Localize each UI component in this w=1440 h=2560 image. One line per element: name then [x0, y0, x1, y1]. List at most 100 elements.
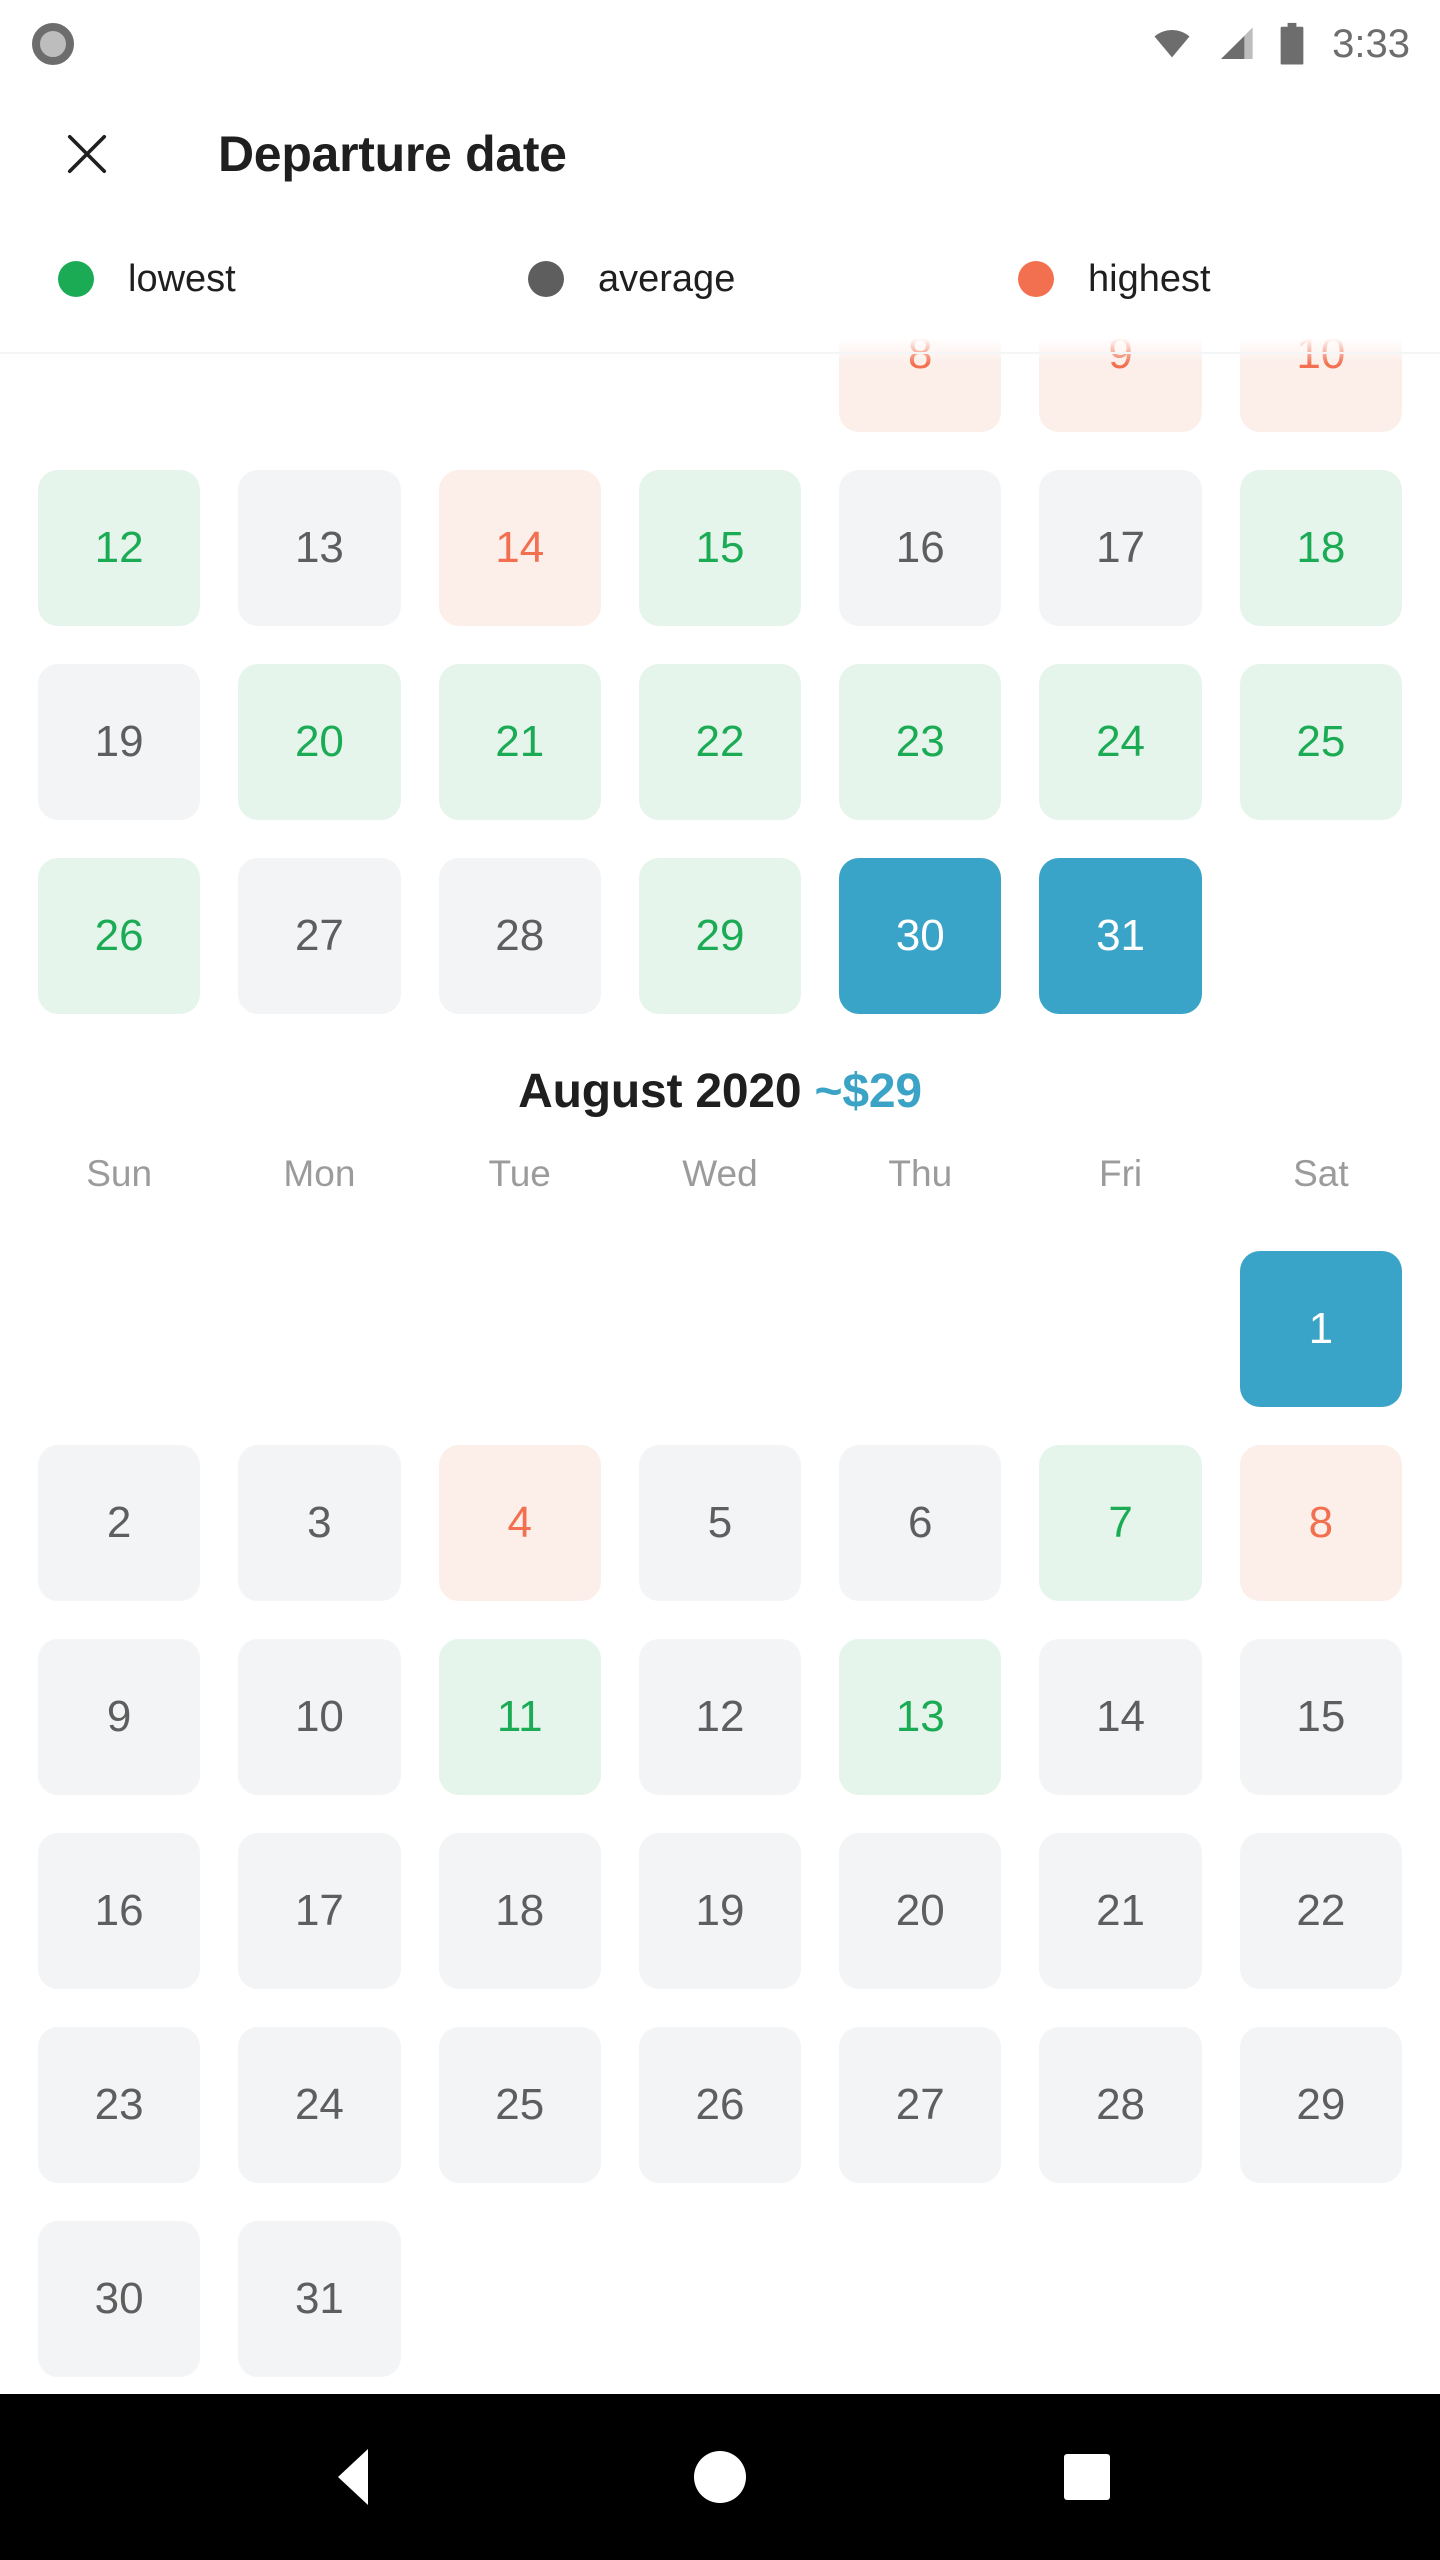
calendar-day[interactable]: 7 — [1039, 1445, 1202, 1601]
calendar-scroll-area[interactable]: 8 9 10 12 13 14 15 16 17 18 19 20 21 22 23 24 25 26 27 28 2… — [0, 338, 1440, 2394]
cellular-signal-icon — [1221, 27, 1253, 59]
weekday-label: Sun — [86, 1153, 153, 1194]
weekday-label: Mon — [283, 1153, 356, 1194]
status-bar-right: 3:33 — [1150, 22, 1410, 67]
nav-home-button[interactable] — [660, 2417, 780, 2537]
calendar-day[interactable]: 28 — [1039, 2027, 1202, 2183]
month-title: August 2020 — [518, 1065, 802, 1118]
battery-icon — [1280, 22, 1304, 65]
month-header: August 2020 ~$29 — [38, 1064, 1402, 1119]
calendar-day[interactable]: 9 — [38, 1639, 201, 1795]
calendar-day[interactable]: 22 — [638, 664, 802, 820]
calendar-day[interactable]: 19 — [38, 664, 201, 820]
calendar-day[interactable]: 29 — [638, 858, 802, 1014]
legend-label-average: average — [598, 257, 736, 300]
legend-dot-highest — [1018, 261, 1054, 297]
calendar-day[interactable]: 21 — [1039, 1833, 1202, 1989]
calendar-day[interactable]: 23 — [839, 664, 1002, 820]
status-bar: 3:33 — [0, 0, 1440, 88]
calendar-day[interactable]: 26 — [638, 2027, 802, 2183]
calendar-day[interactable]: 23 — [38, 2027, 201, 2183]
calendar-cell-empty — [238, 1251, 400, 1407]
week-row: 2345678 — [38, 1445, 1402, 1601]
screen-record-icon — [32, 23, 74, 65]
calendar-cell-empty — [1240, 858, 1402, 1014]
calendar-cell-empty — [38, 1251, 200, 1407]
calendar-day[interactable]: 8 — [1239, 1445, 1402, 1601]
calendar-day[interactable]: 11 — [438, 1639, 601, 1795]
calendar-cell-empty — [639, 2221, 801, 2377]
calendar-day[interactable]: 19 — [638, 1833, 802, 1989]
week-row: 23 24 25 26 27 28 29 — [38, 2027, 1402, 2183]
calendar-day-selected[interactable]: 30 — [839, 858, 1002, 1014]
calendar-day[interactable]: 24 — [238, 2027, 401, 2183]
month-average-price: ~$29 — [814, 1065, 923, 1118]
calendar-day[interactable]: 24 — [1039, 664, 1202, 820]
calendar-day[interactable]: 21 — [438, 664, 601, 820]
app-screen: 3:33 Departure date lowest average highe… — [0, 0, 1440, 2560]
calendar-day[interactable]: 4 — [438, 1445, 601, 1601]
calendar-day[interactable]: 15 — [1239, 1639, 1402, 1795]
calendar-day[interactable]: 27 — [839, 2027, 1002, 2183]
calendar-day[interactable]: 25 — [1239, 664, 1402, 820]
calendar-day[interactable]: 13 — [839, 1639, 1002, 1795]
legend-dot-average — [528, 261, 564, 297]
week-row: 30 31 — [38, 2221, 1402, 2377]
calendar-day[interactable]: 10 — [238, 1639, 401, 1795]
calendar-day[interactable]: 12 — [638, 1639, 802, 1795]
calendar-day[interactable]: 15 — [638, 470, 802, 626]
calendar-day[interactable]: 25 — [438, 2027, 601, 2183]
calendar-day[interactable]: 6 — [839, 1445, 1002, 1601]
weekday-label: Sat — [1293, 1153, 1349, 1194]
price-legend: lowest average highest — [0, 220, 1440, 338]
page-title: Departure date — [218, 126, 567, 182]
week-row: 19 20 21 22 23 24 25 — [38, 664, 1402, 820]
week-row: 1 — [38, 1251, 1402, 1407]
calendar-day[interactable]: 18 — [438, 1833, 601, 1989]
status-bar-left — [32, 23, 74, 65]
calendar-day[interactable]: 2 — [38, 1445, 201, 1601]
calendar-day[interactable]: 5 — [638, 1445, 802, 1601]
calendar-cell-empty — [839, 2221, 1001, 2377]
weekday-label: Wed — [682, 1153, 758, 1194]
calendar-day[interactable]: 26 — [38, 858, 201, 1014]
calendar-day[interactable]: 14 — [438, 470, 601, 626]
calendar-day[interactable]: 16 — [839, 470, 1002, 626]
calendar-day[interactable]: 18 — [1239, 470, 1402, 626]
calendar-day[interactable]: 22 — [1239, 1833, 1402, 1989]
calendar-day[interactable]: 14 — [1039, 1639, 1202, 1795]
calendar-day[interactable]: 31 — [238, 2221, 401, 2377]
android-navigation-bar — [0, 2394, 1440, 2560]
calendar-day[interactable]: 20 — [839, 1833, 1002, 1989]
legend-item-highest: highest — [1018, 258, 1211, 301]
calendar-day[interactable]: 12 — [38, 470, 201, 626]
calendar-day-selected[interactable]: 31 — [1039, 858, 1202, 1014]
nav-back-button[interactable] — [293, 2417, 413, 2537]
calendar-day-selected[interactable]: 1 — [1239, 1251, 1402, 1407]
weekday-label: Tue — [488, 1153, 551, 1194]
calendar-day[interactable]: 3 — [238, 1445, 401, 1601]
calendar-day[interactable]: 13 — [238, 470, 401, 626]
calendar-day[interactable]: 20 — [238, 664, 401, 820]
calendar-cell-empty — [1039, 1251, 1201, 1407]
nav-recents-button[interactable] — [1027, 2417, 1147, 2537]
close-icon — [67, 134, 107, 174]
close-button[interactable] — [52, 119, 122, 189]
calendar-day[interactable]: 16 — [38, 1833, 201, 1989]
calendar-day[interactable]: 30 — [38, 2221, 201, 2377]
status-bar-clock: 3:33 — [1332, 21, 1410, 66]
calendar-day[interactable]: 27 — [238, 858, 401, 1014]
calendar-day[interactable]: 28 — [438, 858, 601, 1014]
calendar-day[interactable]: 17 — [1039, 470, 1202, 626]
wifi-icon — [1154, 29, 1190, 58]
calendar-cell-empty — [1240, 2221, 1402, 2377]
legend-label-highest: highest — [1088, 257, 1211, 300]
calendar-day[interactable]: 17 — [238, 1833, 401, 1989]
previous-month-weeks: 12 13 14 15 16 17 18 19 20 21 22 23 24 25 26 27 28 29 30 31 — [38, 470, 1402, 1014]
back-triangle-icon — [338, 2449, 369, 2505]
calendar-day[interactable]: 29 — [1239, 2027, 1402, 2183]
calendar-top-divider — [0, 352, 1440, 354]
week-row: 12 13 14 15 16 17 18 — [38, 470, 1402, 626]
legend-dot-lowest — [58, 261, 94, 297]
calendar-cell-empty — [439, 2221, 601, 2377]
